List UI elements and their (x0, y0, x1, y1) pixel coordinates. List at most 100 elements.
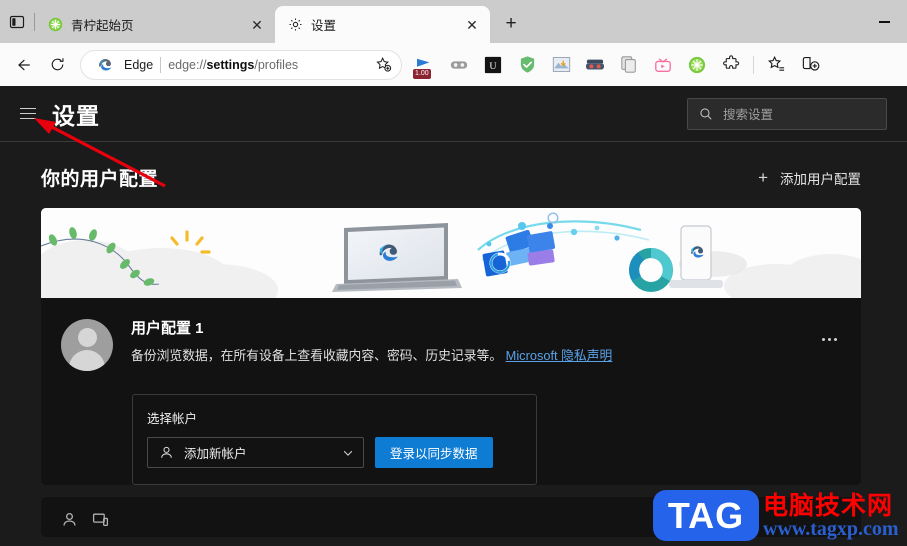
back-arrow-icon (18, 59, 30, 70)
extension-goggles[interactable] (444, 50, 474, 80)
extension-tv-pink[interactable] (648, 50, 678, 80)
dot (827, 337, 831, 341)
refresh-icon (51, 58, 63, 71)
lime-icon (688, 56, 706, 73)
image-download-icon (552, 57, 570, 72)
extension-letter-u[interactable]: U (478, 50, 508, 80)
extension-image-download[interactable] (546, 50, 576, 80)
search-icon (700, 107, 712, 120)
avatar-body (69, 350, 105, 371)
url-prefix: edge:// (168, 57, 207, 72)
profile-row: 用户配置 1 备份浏览数据，在所有设备上查看收藏内容、密码、历史记录等。 Mic… (41, 298, 861, 371)
mask-avatar-icon (586, 59, 604, 69)
minimize-icon (878, 21, 890, 23)
settings-page: 设置 搜索设置 你的用户配置 + 添加用户配置 用户配置 1 备份浏览数据，在所… (0, 86, 907, 546)
profile-description-text: 备份浏览数据，在所有设备上查看收藏内容、密码、历史记录等。 (131, 348, 503, 363)
hamburger-menu-icon[interactable] (8, 94, 48, 134)
profile-more-options-button[interactable] (813, 323, 845, 355)
add-profile-label: 添加用户配置 (780, 171, 861, 187)
person-icon (161, 446, 172, 458)
extension-copy-pages[interactable] (614, 50, 644, 80)
watermark-logo: TAG (653, 490, 759, 541)
refresh-button[interactable] (40, 50, 74, 80)
watermark-site-name: 电脑技术网 (763, 491, 894, 520)
minimize-button[interactable] (861, 7, 907, 37)
tab-actions-button[interactable] (0, 0, 34, 43)
tab-settings[interactable]: 设置 ✕ (275, 6, 490, 43)
watermark-url: www.tagxp.com (763, 518, 899, 540)
profile-card: 用户配置 1 备份浏览数据，在所有设备上查看收藏内容、密码、历史记录等。 Mic… (41, 208, 861, 485)
new-tab-button[interactable]: + (496, 9, 526, 39)
split-screen-icon (802, 56, 819, 71)
tab-qingning-startpage[interactable]: 青柠起始页 ✕ (35, 6, 275, 43)
sync-devices-illustration (41, 208, 861, 298)
url-bold: settings (206, 57, 255, 72)
account-select[interactable]: 添加新帐户 (147, 437, 364, 468)
svg-text:U: U (489, 61, 496, 72)
browser-toolbar: Edge edge://settings/profiles 1.00 U (0, 43, 907, 86)
back-button[interactable] (6, 50, 40, 80)
banner-artwork (41, 208, 861, 298)
add-profile-button[interactable]: + 添加用户配置 (758, 168, 861, 188)
sync-devices-icon (92, 513, 109, 526)
signin-row: 添加新帐户 登录以同步数据 (147, 437, 522, 468)
chevron-down-icon (343, 450, 353, 456)
omnibox-edge-label: Edge (124, 57, 154, 72)
goggles-icon (450, 60, 468, 69)
tab-title: 青柠起始页 (71, 19, 134, 33)
extensions-puzzle-icon (722, 55, 739, 69)
profile-text: 用户配置 1 备份浏览数据，在所有设备上查看收藏内容、密码、历史记录等。 Mic… (113, 317, 813, 364)
tab-close-button[interactable]: ✕ (247, 15, 267, 35)
letter-u-icon: U (484, 56, 502, 73)
toolbar-divider (753, 55, 754, 74)
browser-window: 青柠起始页 ✕ 设置 ✕ + Edge edge://settings/prof… (0, 0, 907, 546)
signin-box: 选择帐户 添加新帐户 登录以同步数据 (132, 394, 537, 485)
dot (821, 337, 825, 341)
settings-content: 你的用户配置 + 添加用户配置 用户配置 1 备份浏览数据，在所有设备上查看收藏… (0, 142, 907, 537)
page-title: 设置 (52, 102, 100, 129)
tab-title: 设置 (311, 19, 337, 33)
url-suffix: /profiles (254, 57, 299, 72)
profile-description: 备份浏览数据，在所有设备上查看收藏内容、密码、历史记录等。 Microsoft … (131, 347, 813, 364)
account-select-value: 添加新帐户 (184, 447, 247, 461)
profile-name: 用户配置 1 (131, 320, 204, 337)
settings-page-header: 设置 搜索设置 (0, 86, 907, 142)
section-heading: 你的用户配置 (41, 169, 159, 190)
collections-icon (767, 55, 784, 71)
search-input[interactable]: 搜索设置 (687, 97, 887, 130)
extension-adguard[interactable] (512, 50, 542, 80)
choose-account-label: 选择帐户 (147, 412, 198, 426)
gear-icon (287, 17, 303, 33)
lime-icon (47, 17, 63, 33)
default-avatar-icon (61, 319, 113, 371)
sign-in-sync-button[interactable]: 登录以同步数据 (375, 437, 493, 468)
tv-pink-icon (655, 58, 671, 72)
collections-button[interactable] (761, 50, 791, 80)
extension-mask-avatar[interactable] (580, 50, 610, 80)
split-screen-button[interactable] (795, 50, 825, 80)
star-add-icon (375, 57, 391, 72)
omnibox-divider (160, 56, 162, 73)
omnibox-url[interactable]: edge://settings/profiles (168, 58, 364, 72)
edge-logo-icon (93, 53, 117, 77)
extension-badge: 1.00 (413, 68, 431, 79)
watermark: TAG 电脑技术网 www.tagxp.com (645, 485, 907, 546)
tab-actions-icon (9, 15, 25, 28)
extension-lime[interactable] (682, 50, 712, 80)
extensions-button[interactable] (716, 50, 746, 80)
plus-icon: + (758, 168, 768, 187)
avatar-head (77, 328, 97, 347)
address-bar[interactable]: Edge edge://settings/profiles (80, 49, 402, 80)
adguard-shield-icon (520, 56, 534, 73)
tab-close-button[interactable]: ✕ (462, 15, 482, 35)
copy-pages-icon (621, 56, 636, 73)
tab-strip: 青柠起始页 ✕ 设置 ✕ + (0, 0, 907, 43)
search-placeholder: 搜索设置 (723, 108, 774, 122)
extensions-row: 1.00 U (408, 50, 901, 80)
privacy-statement-link[interactable]: Microsoft 隐私声明 (506, 348, 613, 363)
extension-video-speed[interactable]: 1.00 (410, 50, 440, 80)
profiles-section-header: 你的用户配置 + 添加用户配置 (41, 164, 861, 191)
add-favorite-button[interactable] (371, 53, 395, 77)
dot (833, 337, 837, 341)
person-icon (63, 513, 76, 526)
